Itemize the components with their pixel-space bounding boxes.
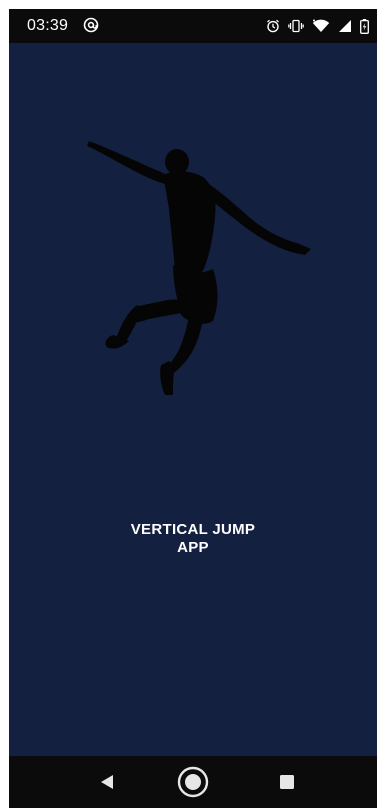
status-icons	[266, 17, 369, 35]
navigation-bar	[9, 756, 377, 808]
battery-icon	[360, 18, 369, 34]
back-button[interactable]	[77, 756, 137, 808]
recents-button[interactable]	[257, 756, 317, 808]
phone-frame: 03:39 VERTICAL JUMP APP	[0, 0, 380, 808]
home-icon	[177, 766, 209, 798]
recents-icon	[280, 775, 294, 789]
wifi-icon	[312, 19, 330, 33]
at-sign-notification-icon	[83, 17, 99, 33]
status-bar: 03:39	[9, 9, 377, 43]
jumping-athlete-silhouette	[85, 137, 313, 397]
back-icon	[101, 775, 113, 789]
vibrate-icon	[288, 19, 304, 33]
app-title-line-2: APP	[177, 539, 209, 556]
signal-icon	[338, 19, 352, 33]
app-title-line-1: VERTICAL JUMP	[130, 521, 256, 538]
app-screen: 03:39 VERTICAL JUMP APP	[9, 9, 377, 808]
status-time: 03:39	[27, 17, 69, 34]
app-title: VERTICAL JUMP APP	[9, 521, 377, 557]
home-button[interactable]	[163, 756, 223, 808]
alarm-icon	[266, 19, 280, 33]
